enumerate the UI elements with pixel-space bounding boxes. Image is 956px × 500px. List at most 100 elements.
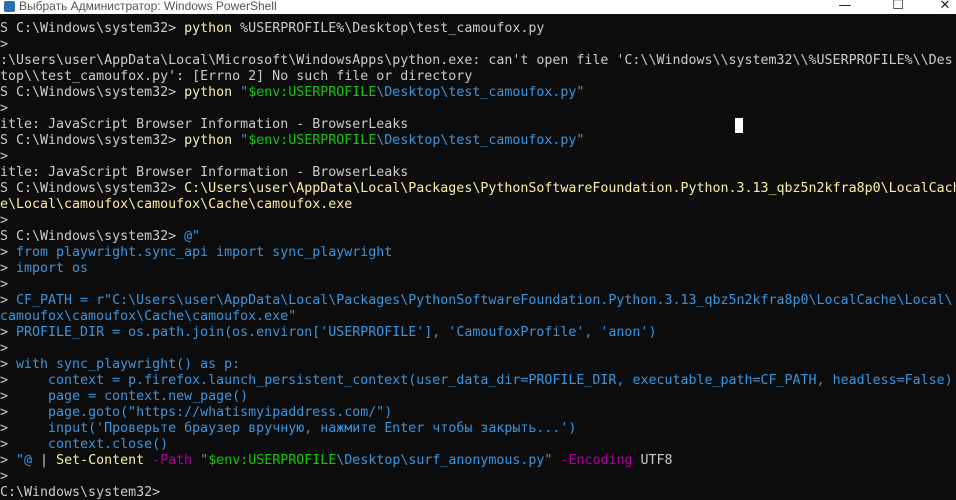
terminal-text-segment: " [200,453,209,468]
terminal-text-segment: PROFILE_DIR = os.path.join(os.environ['U… [16,325,657,340]
close-button[interactable]: ✕ [925,0,956,15]
terminal-line: > [0,341,8,357]
terminal-line: > [0,213,8,229]
terminal-text-segment: -Path [144,453,193,468]
terminal-text-segment: \Desktop\test_camoufox.py" [376,133,585,148]
terminal-text-segment: > [0,245,17,260]
terminal-line: > PROFILE_DIR = os.path.join(os.environ[… [0,325,656,341]
terminal-line: > from playwright.sync_api import sync_p… [0,245,392,261]
terminal-line: S C:\Windows\system32> @" [0,229,200,245]
terminal-text-segment: top\\test_camoufox.py': [Errno 2] No suc… [0,69,473,84]
terminal-line: > [0,101,8,117]
terminal-line: > page.goto("https://whatismyipaddress.c… [0,405,392,421]
terminal-text-segment: > [0,437,49,452]
terminal-line: camoufox\camoufox\Cache\camoufox.exe" [0,309,296,325]
terminal-text-segment: UTF8 [632,453,673,468]
terminal-text-segment: S C:\Windows\system32> [0,181,185,196]
terminal-text-segment: :\Users\user\AppData\Local\Microsoft\Win… [0,53,953,68]
terminal-text-segment: page.goto("https://whatismyipaddress.com… [48,405,393,420]
terminal-text-segment: > [0,421,49,436]
terminal-text-segment: > [0,261,17,276]
terminal-text-segment: > [0,405,49,420]
terminal-text-segment: \Desktop\surf_anonymous.py" [336,453,553,468]
terminal-text-segment: > [0,341,9,356]
terminal-text-segment: > [0,37,9,52]
terminal-text-segment: camoufox\camoufox\Cache\camoufox.exe" [0,309,297,324]
title-bar[interactable]: Выбрать Администратор: Windows PowerShel… [0,0,956,14]
terminal-text-segment: with sync_playwright() as p: [16,357,241,372]
terminal-text-segment: > [0,213,9,228]
terminal-text-segment: python [184,21,233,36]
terminal-text-segment: itle: JavaScript Browser Information - B… [0,117,409,132]
terminal-text-segment: > [0,389,49,404]
terminal-line: top\\test_camoufox.py': [Errno 2] No suc… [0,69,472,85]
terminal-line: C:\Windows\system32> [0,485,160,500]
window-title: Выбрать Администратор: Windows PowerShel… [19,0,277,13]
terminal-text-segment: | [32,453,57,468]
terminal-text-segment: " [240,85,249,100]
terminal-text-segment: > [0,101,9,116]
terminal-text-segment: $env:USERPROFILE [248,133,377,148]
terminal-text-segment: S C:\Windows\system32> [0,85,185,100]
terminal-line: > CF_PATH = r"C:\Users\user\AppData\Loca… [0,293,953,309]
terminal-text-segment: > [0,373,49,388]
terminal-line: > context = p.firefox.launch_persistent_… [0,373,953,389]
terminal-text-segment: -Encoding [552,453,633,468]
terminal-output[interactable]: S C:\Windows\system32> python %USERPROFI… [0,14,956,500]
minimize-button[interactable]: — [825,0,865,15]
terminal-line: > page = context.new_page() [0,389,248,405]
terminal-line: > with sync_playwright() as p: [0,357,240,373]
powershell-icon [4,1,15,12]
terminal-text-segment: input('Проверьте браузер вручную, нажмит… [48,421,577,436]
terminal-text-segment: @" [184,229,201,244]
terminal-text-segment: \Desktop\test_camoufox.py" [376,85,585,100]
terminal-text-segment: page = context.new_page() [48,389,249,404]
terminal-text-segment: context = p.firefox.launch_persistent_co… [48,373,953,388]
terminal-text-segment: > [0,325,17,340]
terminal-text-segment: > [0,277,9,292]
terminal-text-segment: $env:USERPROFILE [248,85,377,100]
terminal-line: S C:\Windows\system32> python %USERPROFI… [0,21,544,37]
terminal-text-segment: "@ [16,453,33,468]
terminal-text-segment: context.close() [48,437,169,452]
terminal-line: S C:\Windows\system32> C:\Users\user\App… [0,181,956,197]
terminal-text-segment: python [184,133,233,148]
terminal-line: > [0,149,8,165]
terminal-line: > [0,469,8,485]
terminal-text-segment: > [0,293,17,308]
terminal-text-segment: Set-Content [56,453,145,468]
terminal-text-segment: CF_PATH = r"C:\Users\user\AppData\Local\… [16,293,953,308]
terminal-text-segment: > [0,357,17,372]
terminal-line: > [0,277,8,293]
terminal-text-segment: > [0,453,17,468]
terminal-text-segment: $env:USERPROFILE [208,453,337,468]
terminal-line: > context.close() [0,437,168,453]
terminal-text-segment: e\Local\camoufox\camoufox\Cache\camoufox… [0,197,353,212]
terminal-text-segment: C:\Users\user\AppData\Local\Packages\Pyt… [184,181,956,196]
terminal-text-segment: S C:\Windows\system32> [0,21,185,36]
terminal-text-segment: > [0,149,9,164]
terminal-text-segment: S C:\Windows\system32> [0,229,185,244]
terminal-text-segment: itle: JavaScript Browser Information - B… [0,165,409,180]
terminal-text-segment: > [0,469,9,484]
terminal-line: S C:\Windows\system32> python "$env:USER… [0,133,584,149]
terminal-line: > [0,37,8,53]
terminal-line: e\Local\camoufox\camoufox\Cache\camoufox… [0,197,352,213]
terminal-text-segment: C:\Windows\system32> [0,485,161,500]
terminal-text-segment: %USERPROFILE%\Desktop\test_camoufox.py [232,21,545,36]
terminal-line: > input('Проверьте браузер вручную, нажм… [0,421,576,437]
terminal-line: > "@ | Set-Content -Path "$env:USERPROFI… [0,453,673,469]
maximize-button[interactable]: ☐ [878,0,918,15]
terminal-text-segment: import os [16,261,89,276]
terminal-line: itle: JavaScript Browser Information - B… [0,117,408,133]
terminal-text-segment: " [240,133,249,148]
terminal-line: > import os [0,261,88,277]
terminal-text-segment: from playwright.sync_api import sync_pla… [16,245,393,260]
terminal-line: itle: JavaScript Browser Information - B… [0,165,408,181]
terminal-text-segment: S C:\Windows\system32> [0,133,185,148]
terminal-line: :\Users\user\AppData\Local\Microsoft\Win… [0,53,953,69]
terminal-line: S C:\Windows\system32> python "$env:USER… [0,85,584,101]
